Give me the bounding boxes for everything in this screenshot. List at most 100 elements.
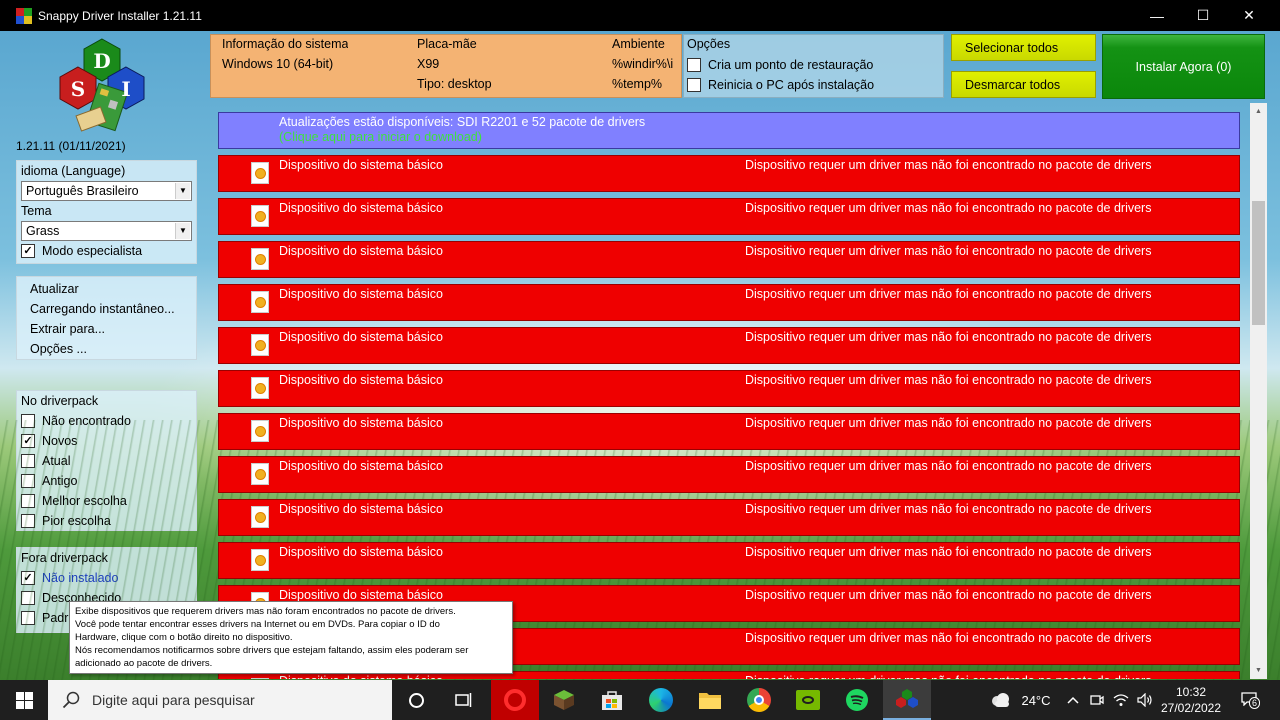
- minimize-button[interactable]: —: [1134, 0, 1180, 31]
- device-icon: [251, 678, 269, 679]
- device-icon: [251, 248, 269, 270]
- filter-not-installed[interactable]: ✓ Não instalado: [17, 568, 196, 588]
- filter-tooltip: Exibe dispositivos que requerem drivers …: [69, 601, 513, 674]
- checkbox-box: [21, 611, 35, 625]
- clock[interactable]: 10:32 27/02/2022: [1158, 680, 1224, 720]
- clock-date: 27/02/2022: [1160, 701, 1222, 715]
- minecraft-icon[interactable]: [540, 680, 588, 720]
- device-row[interactable]: Dispositivo do sistema básico Dispositivo…: [218, 284, 1240, 321]
- weather-temp[interactable]: 24°C: [1016, 680, 1056, 720]
- meet-now-icon[interactable]: [1086, 680, 1108, 720]
- scroll-up-icon[interactable]: ▲: [1250, 103, 1267, 120]
- language-select[interactable]: Português Brasileiro ▼: [21, 181, 192, 201]
- chevron-up-icon[interactable]: [1062, 680, 1084, 720]
- chevron-down-icon: ▼: [175, 183, 190, 199]
- device-name: Dispositivo do sistema básico: [279, 545, 443, 559]
- sdi-logo: D S I: [59, 38, 145, 132]
- taskbar: Digite aqui para pesquisar 24°C 10:32 27…: [0, 680, 1280, 720]
- device-row[interactable]: Dispositivo do sistema básico Dispositivo…: [218, 155, 1240, 192]
- sdi-icon[interactable]: [883, 680, 931, 720]
- deselect-all-button[interactable]: Desmarcar todos: [951, 71, 1096, 98]
- options-panel: Opções Cria um ponto de restauração Rein…: [683, 34, 944, 98]
- filter-current[interactable]: Atual: [17, 451, 196, 471]
- device-row[interactable]: Dispositivo do sistema básico Dispositivo…: [218, 456, 1240, 493]
- vertical-scrollbar[interactable]: ▲ ▼: [1250, 103, 1267, 679]
- device-status: Dispositivo requer um driver mas não foi…: [745, 373, 1152, 387]
- restart-checkbox[interactable]: Reinicia o PC após instalação: [683, 75, 874, 95]
- checkbox-box: ✓: [21, 244, 35, 258]
- os-value: Windows 10 (64-bit): [222, 57, 334, 71]
- device-name: Dispositivo do sistema básico: [279, 244, 443, 258]
- theme-value: Grass: [26, 224, 60, 238]
- device-name: Dispositivo do sistema básico: [279, 459, 443, 473]
- nvidia-icon[interactable]: [784, 680, 832, 720]
- device-row[interactable]: Dispositivo do sistema básico Dispositivo…: [218, 542, 1240, 579]
- filter-old[interactable]: Antigo: [17, 471, 196, 491]
- menu-extract-to[interactable]: Extrair para...: [17, 319, 196, 339]
- theme-label: Tema: [21, 204, 52, 218]
- store-icon[interactable]: [588, 680, 636, 720]
- device-row[interactable]: Dispositivo do sistema básico Dispositivo…: [218, 370, 1240, 407]
- device-name: Dispositivo do sistema básico: [279, 201, 443, 215]
- edge-icon[interactable]: [637, 680, 685, 720]
- device-name: Dispositivo do sistema básico: [279, 588, 443, 602]
- close-icon: ✕: [1243, 7, 1255, 23]
- system-info-panel: Informação do sistema Windows 10 (64-bit…: [210, 34, 682, 98]
- version-label: 1.21.11 (01/11/2021): [16, 139, 126, 153]
- opera-icon[interactable]: [491, 680, 539, 720]
- device-icon: [251, 377, 269, 399]
- device-row[interactable]: Dispositivo do sistema básico Dispositivo…: [218, 327, 1240, 364]
- filter-new[interactable]: ✓ Novos: [17, 431, 196, 451]
- scroll-down-icon[interactable]: ▼: [1250, 662, 1267, 679]
- updates-download-link[interactable]: (Clique aqui para iniciar o download): [279, 130, 482, 144]
- spotify-icon[interactable]: [833, 680, 881, 720]
- notification-icon: 6: [1241, 692, 1261, 709]
- device-status: Dispositivo requer um driver mas não foi…: [745, 416, 1152, 430]
- device-icon: [251, 506, 269, 528]
- device-icon: [251, 549, 269, 571]
- device-status: Dispositivo requer um driver mas não foi…: [745, 674, 1151, 679]
- search-icon: [62, 691, 80, 709]
- filter-worst-choice[interactable]: Pior escolha: [17, 511, 196, 531]
- chrome-icon[interactable]: [735, 680, 783, 720]
- tooltip-line: Nós recomendamos notificarmos sobre driv…: [75, 645, 469, 656]
- menu-options[interactable]: Opções ...: [17, 339, 196, 359]
- menu-refresh[interactable]: Atualizar: [17, 279, 196, 299]
- maximize-button[interactable]: ☐: [1180, 0, 1226, 31]
- close-button[interactable]: ✕: [1226, 0, 1272, 31]
- menu-load-snapshot[interactable]: Carregando instantâneo...: [17, 299, 196, 319]
- volume-icon[interactable]: [1134, 680, 1156, 720]
- filter-label: Atual: [42, 454, 71, 468]
- taskbar-search[interactable]: Digite aqui para pesquisar: [48, 680, 392, 720]
- cortana-icon[interactable]: [392, 680, 440, 720]
- file-explorer-icon[interactable]: [686, 680, 734, 720]
- select-all-label: Selecionar todos: [965, 40, 1059, 55]
- device-row[interactable]: Dispositivo do sistema básico Dispositivo…: [218, 241, 1240, 278]
- notifications-button[interactable]: 6: [1232, 680, 1268, 720]
- expert-mode-checkbox[interactable]: ✓ Modo especialista: [17, 241, 196, 261]
- filter-best-choice[interactable]: Melhor escolha: [17, 491, 196, 511]
- theme-select[interactable]: Grass ▼: [21, 221, 192, 241]
- select-all-button[interactable]: Selecionar todos: [951, 34, 1096, 61]
- install-now-button[interactable]: Instalar Agora (0): [1102, 34, 1265, 99]
- scrollbar-thumb[interactable]: [1252, 201, 1265, 325]
- updates-banner[interactable]: Atualizações estão disponíveis: SDI R220…: [218, 112, 1240, 149]
- updates-text: Atualizações estão disponíveis: SDI R220…: [279, 115, 646, 129]
- filter-not-found[interactable]: Não encontrado: [17, 411, 196, 431]
- device-status: Dispositivo requer um driver mas não foi…: [745, 545, 1152, 559]
- wifi-icon[interactable]: [1110, 680, 1132, 720]
- windir-value: %windir%\i: [612, 57, 674, 71]
- device-icon: [251, 420, 269, 442]
- outside-filter-title: Fora driverpack: [21, 551, 108, 565]
- filter-label: Novos: [42, 434, 78, 448]
- device-row[interactable]: Dispositivo do sistema básico Dispositivo…: [218, 413, 1240, 450]
- start-button[interactable]: [0, 680, 48, 720]
- device-name: Dispositivo do sistema básico: [279, 674, 443, 679]
- task-view-icon[interactable]: [440, 680, 488, 720]
- device-row[interactable]: Dispositivo do sistema básico Dispositivo…: [218, 499, 1240, 536]
- weather-icon[interactable]: [986, 680, 1016, 720]
- device-row[interactable]: Dispositivo do sistema básico Dispositivo…: [218, 198, 1240, 235]
- notification-count: 6: [1249, 697, 1261, 709]
- restore-point-checkbox[interactable]: Cria um ponto de restauração: [683, 55, 873, 75]
- logo-letter-i: I: [121, 77, 130, 101]
